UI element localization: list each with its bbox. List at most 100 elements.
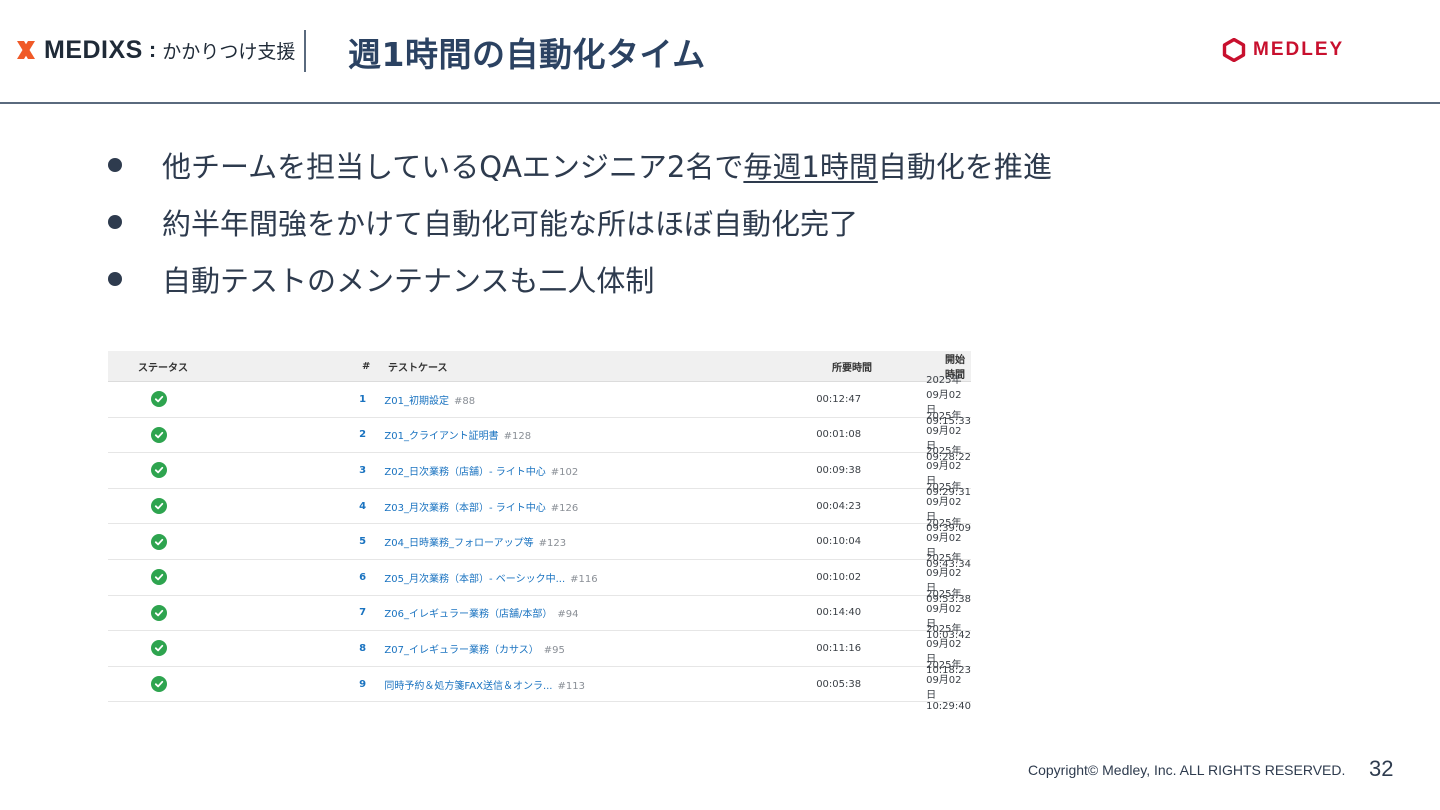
page-number: 32 bbox=[1369, 756, 1394, 781]
duration-cell: 00:09:38 bbox=[816, 464, 862, 476]
bullet-dot-icon bbox=[108, 214, 122, 229]
test-case-cell: Z03_月次業務（本部）- ライト中心 #126 bbox=[384, 499, 816, 514]
bullet-item: 約半年間強をかけて自動化可能な所はほぼ自動化完了 bbox=[106, 193, 1052, 250]
bullet-text: 約半年間強をかけて自動化可能な所はほぼ自動化完了 bbox=[162, 201, 858, 243]
row-number[interactable]: 8 bbox=[209, 643, 384, 654]
test-case-link[interactable]: Z01_クライアント証明書 bbox=[384, 431, 498, 442]
row-number[interactable]: 1 bbox=[209, 394, 384, 405]
duration-cell: 00:10:04 bbox=[816, 536, 862, 548]
bullet-list: 他チームを担当しているQAエンジニア2名で毎週1時間自動化を推進 約半年間強をか… bbox=[106, 136, 1052, 307]
test-case-id: #123 bbox=[538, 538, 567, 550]
test-case-id: #126 bbox=[550, 502, 579, 514]
status-cell bbox=[108, 640, 209, 657]
page-title: 週1時間の自動化タイム bbox=[348, 35, 706, 74]
test-results-table: ステータス # テストケース 所要時間 開始時間 1 Z01_初期設定 #88 0… bbox=[108, 351, 971, 712]
table-row[interactable]: 1 Z01_初期設定 #88 00:12:47 2025年09月02日 09:15… bbox=[108, 375, 971, 427]
test-case-id: #116 bbox=[570, 573, 598, 585]
bullet-item: 自動テストのメンテナンスも二人体制 bbox=[106, 250, 1052, 307]
table-row[interactable]: 5 Z04_日時業務_フォローアップ等 #123 00:10:04 2025年09… bbox=[108, 518, 971, 570]
success-check-icon bbox=[150, 569, 167, 586]
test-case-cell: 同時予約＆処方箋FAX送信＆オンラ... #113 bbox=[384, 677, 816, 692]
brand-name: MEDIXS bbox=[44, 35, 143, 64]
row-number[interactable]: 5 bbox=[209, 536, 384, 547]
row-number[interactable]: 2 bbox=[209, 429, 384, 440]
row-number[interactable]: 3 bbox=[209, 465, 384, 476]
test-case-cell: Z06_イレギュラー業務（店舗/本部） #94 bbox=[384, 605, 816, 620]
table-row[interactable]: 2 Z01_クライアント証明書 #128 00:01:08 2025年09月02日… bbox=[108, 411, 971, 463]
bullet-text: 他チームを担当しているQAエンジニア2名で毎週1時間自動化を推進 bbox=[162, 144, 1052, 186]
table-row[interactable]: 9 同時予約＆処方箋FAX送信＆オンラ... #113 00:05:38 2025… bbox=[108, 660, 971, 712]
row-number[interactable]: 4 bbox=[209, 501, 384, 512]
test-case-id: #94 bbox=[557, 609, 579, 621]
status-cell bbox=[108, 569, 209, 586]
header-status: ステータス bbox=[138, 362, 188, 374]
table-row[interactable]: 4 Z03_月次業務（本部）- ライト中心 #126 00:04:23 2025年… bbox=[108, 482, 971, 534]
status-cell bbox=[108, 676, 209, 693]
status-cell bbox=[108, 391, 209, 408]
test-case-cell: Z01_クライアント証明書 #128 bbox=[384, 427, 816, 442]
duration-cell: 00:12:47 bbox=[816, 393, 862, 405]
header-test-case: テストケース bbox=[388, 362, 448, 374]
success-check-icon bbox=[150, 676, 167, 693]
slide-header: MEDIXS : かかりつけ支援 週1時間の自動化タイム MEDLEY bbox=[0, 0, 1440, 104]
test-case-link[interactable]: 同時予約＆処方箋FAX送信＆オンラ... bbox=[384, 681, 552, 692]
test-case-id: #88 bbox=[454, 395, 476, 407]
success-check-icon bbox=[150, 640, 167, 657]
table-body: 1 Z01_初期設定 #88 00:12:47 2025年09月02日 09:15… bbox=[108, 375, 971, 712]
copyright: Copyright© Medley, Inc. ALL RIGHTS RESER… bbox=[1028, 762, 1346, 778]
test-case-id: #113 bbox=[557, 680, 585, 692]
duration-cell: 00:05:38 bbox=[816, 678, 862, 690]
test-case-link[interactable]: Z04_日時業務_フォローアップ等 bbox=[384, 538, 533, 549]
success-check-icon bbox=[150, 498, 167, 515]
test-case-link[interactable]: Z05_月次業務（本部）- ベーシック中... bbox=[384, 574, 565, 585]
company-name: MEDLEY bbox=[1253, 39, 1345, 60]
bullet-text-pre: 他チームを担当しているQAエンジニア2名で bbox=[162, 149, 744, 184]
duration-cell: 00:04:23 bbox=[816, 500, 862, 512]
test-case-cell: Z02_日次業務（店舗）- ライト中心 #102 bbox=[384, 463, 816, 478]
header-divider bbox=[304, 30, 306, 72]
success-check-icon bbox=[150, 604, 167, 621]
test-case-id: #128 bbox=[503, 431, 532, 443]
start-time-cell: 2025年09月02日 10:29:40 bbox=[926, 660, 971, 713]
table-row[interactable]: 8 Z07_イレギュラー業務（カサス） #95 00:11:16 2025年09月… bbox=[108, 624, 971, 676]
medley-mark-icon bbox=[1222, 38, 1246, 62]
test-case-link[interactable]: Z06_イレギュラー業務（店舗/本部） bbox=[384, 609, 552, 620]
test-case-link[interactable]: Z02_日次業務（店舗）- ライト中心 bbox=[384, 467, 545, 478]
bullet-text: 自動テストのメンテナンスも二人体制 bbox=[162, 258, 654, 300]
brand-subtitle: かかりつけ支援 bbox=[162, 40, 296, 63]
medley-logo: MEDLEY bbox=[1222, 37, 1344, 63]
success-check-icon bbox=[150, 426, 167, 443]
table-row[interactable]: 6 Z05_月次業務（本部）- ベーシック中... #116 00:10:02 2… bbox=[108, 553, 971, 605]
header-number: # bbox=[362, 360, 371, 372]
status-cell bbox=[108, 533, 209, 550]
bullet-text-underlined: 毎週1時間 bbox=[743, 149, 878, 184]
test-case-id: #102 bbox=[550, 466, 579, 478]
bullet-text-pre: 自動テストのメンテナンスも二人体制 bbox=[162, 263, 655, 298]
table-row[interactable]: 7 Z06_イレギュラー業務（店舗/本部） #94 00:14:40 2025年0… bbox=[108, 589, 971, 641]
test-case-cell: Z01_初期設定 #88 bbox=[384, 392, 816, 407]
duration-cell: 00:01:08 bbox=[816, 429, 862, 441]
medixs-logo: MEDIXS : かかりつけ支援 bbox=[14, 34, 295, 66]
test-case-cell: Z05_月次業務（本部）- ベーシック中... #116 bbox=[384, 570, 816, 585]
table-row[interactable]: 3 Z02_日次業務（店舗）- ライト中心 #102 00:09:38 2025年… bbox=[108, 446, 971, 498]
test-case-cell: Z07_イレギュラー業務（カサス） #95 bbox=[384, 641, 816, 656]
test-case-link[interactable]: Z01_初期設定 bbox=[384, 396, 449, 407]
success-check-icon bbox=[150, 462, 167, 479]
status-cell bbox=[108, 498, 209, 515]
success-check-icon bbox=[150, 533, 167, 550]
bullet-dot-icon bbox=[108, 271, 122, 286]
medixs-x-mark-icon bbox=[17, 41, 35, 59]
bullet-text-post: 自動化を推進 bbox=[877, 149, 1052, 184]
brand-colon: : bbox=[148, 37, 157, 62]
test-case-link[interactable]: Z07_イレギュラー業務（カサス） bbox=[384, 645, 538, 656]
duration-cell: 00:10:02 bbox=[816, 571, 862, 583]
status-cell bbox=[108, 462, 209, 479]
success-check-icon bbox=[150, 391, 167, 408]
duration-cell: 00:11:16 bbox=[816, 642, 862, 654]
row-number[interactable]: 7 bbox=[209, 607, 384, 618]
status-cell bbox=[108, 426, 209, 443]
test-case-link[interactable]: Z03_月次業務（本部）- ライト中心 bbox=[384, 503, 545, 514]
row-number[interactable]: 9 bbox=[209, 679, 384, 690]
row-number[interactable]: 6 bbox=[209, 572, 384, 583]
table-header-row: ステータス # テストケース 所要時間 開始時間 bbox=[108, 351, 971, 382]
